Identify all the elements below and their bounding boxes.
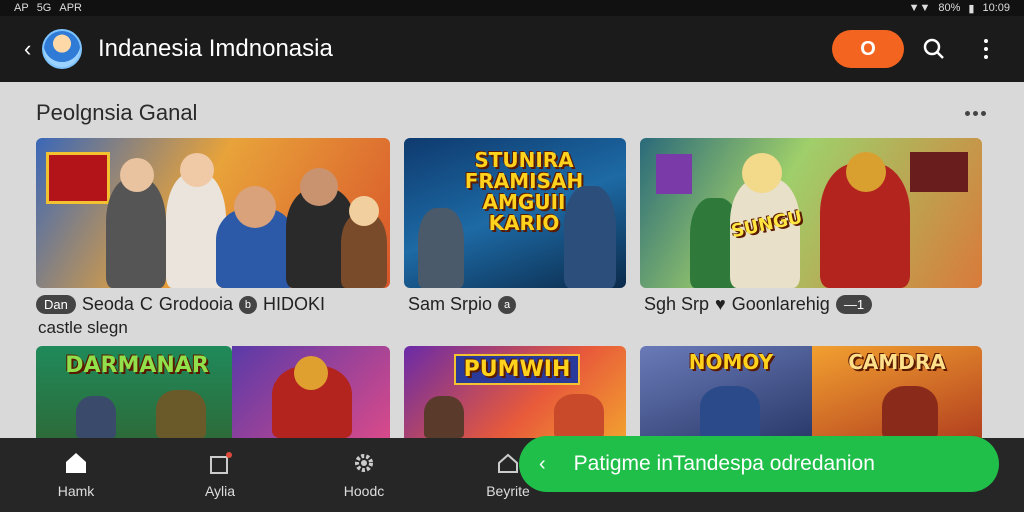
game-card[interactable]: STUNIRA FRAMISAH AMGUII KARIO xyxy=(404,138,626,288)
game-card[interactable] xyxy=(232,346,390,438)
game-card[interactable] xyxy=(36,138,390,288)
status-label: APR xyxy=(59,2,82,14)
character-head xyxy=(742,153,782,193)
status-bar: AP 5G APR ▼▼ 80% ▮ 10:09 xyxy=(0,0,1024,16)
character-head xyxy=(180,153,214,187)
card-meta: Dan Seoda C Grodooia b HIDOKI xyxy=(36,294,325,315)
section-header: Peolgnsia Ganal xyxy=(36,100,986,126)
game-logo: NOMOY xyxy=(688,350,774,374)
heart-icon: ♥ xyxy=(715,294,726,314)
character xyxy=(76,396,116,438)
overflow-menu-button[interactable] xyxy=(964,27,1008,71)
game-card[interactable]: DARMANAR xyxy=(36,346,232,438)
game-logo-small xyxy=(910,152,968,192)
character-head xyxy=(349,196,379,226)
game-logo: CAMDRA xyxy=(848,350,946,374)
character-head xyxy=(846,152,886,192)
nav-label: Hoodc xyxy=(343,483,385,499)
card-circle-label: b xyxy=(238,295,257,314)
more-horiz-icon[interactable] xyxy=(965,110,986,116)
battery-icon: ▮ xyxy=(968,2,975,15)
battery-level: 80% xyxy=(938,2,961,14)
gear-icon xyxy=(351,451,377,475)
character xyxy=(106,178,166,288)
card-meta: Sam Srpio a xyxy=(408,294,517,315)
game-logo xyxy=(46,152,110,204)
nav-label: Beyrite xyxy=(486,483,530,499)
search-button[interactable] xyxy=(912,27,956,71)
nav-item-home[interactable]: Hamk xyxy=(4,438,148,512)
character-head xyxy=(300,168,338,206)
card-subtitle: Grodooia xyxy=(158,294,233,314)
wifi-icon: ▼▼ xyxy=(908,2,931,14)
nav-label: Aylia xyxy=(204,483,236,499)
badge-icon xyxy=(495,451,521,475)
game-logo: PUMWIH xyxy=(454,354,580,386)
refresh-icon: C xyxy=(139,294,153,314)
card-subtitle: Goonlarehig xyxy=(731,294,830,314)
card-title: Sgh Srp xyxy=(644,294,710,314)
card-circle-label: a xyxy=(498,295,517,314)
character-head xyxy=(294,356,328,390)
game-card[interactable]: SUNGU xyxy=(640,138,982,288)
card-count: —1 xyxy=(835,295,873,314)
home-icon xyxy=(63,451,89,475)
toast-text: Patigme inTandespa odredanion xyxy=(573,452,875,475)
game-card[interactable]: CAMDRA xyxy=(812,346,982,438)
network-icon: 5G xyxy=(36,2,52,14)
more-vert-icon xyxy=(984,39,988,59)
game-card[interactable]: NOMOY xyxy=(640,346,812,438)
primary-action-button[interactable]: O xyxy=(832,30,904,68)
nav-label: Hamk xyxy=(57,483,95,499)
card-meta: Sgh Srp ♥ Goonlarehig —1 xyxy=(644,294,873,315)
card-title: Sam Srpio xyxy=(408,294,493,314)
character xyxy=(418,208,464,288)
game-logo-small xyxy=(656,154,692,194)
game-card[interactable]: PUMWIH xyxy=(404,346,626,438)
clock: 10:09 xyxy=(982,2,1010,14)
character xyxy=(424,396,464,438)
chevron-left-icon[interactable]: ‹ xyxy=(539,453,546,476)
character-head xyxy=(234,186,276,228)
avatar[interactable] xyxy=(42,29,82,69)
card-line2: castle slegn xyxy=(38,318,128,337)
status-carrier: AP xyxy=(14,2,29,14)
section-title: Peolgnsia Ganal xyxy=(36,100,198,125)
character xyxy=(564,186,616,288)
app-bar: ‹ Indanesia Imdnonasia O xyxy=(0,16,1024,82)
edit-icon xyxy=(207,451,233,475)
character xyxy=(882,386,938,438)
character xyxy=(156,390,206,438)
card-title: Seoda xyxy=(81,294,134,314)
character xyxy=(554,394,604,438)
game-logo: DARMANAR xyxy=(65,353,209,378)
nav-item-edit[interactable]: Aylia xyxy=(148,438,292,512)
card-badge: Dan xyxy=(36,295,76,314)
character-head xyxy=(120,158,154,192)
toast-banner[interactable]: ‹ Patigme inTandespa odredanion xyxy=(519,436,999,492)
search-icon xyxy=(923,38,944,59)
nav-item-settings[interactable]: Hoodc xyxy=(292,438,436,512)
card-extra: HIDOKI xyxy=(262,294,325,314)
arrow-left-icon[interactable]: ‹ xyxy=(24,36,36,62)
character xyxy=(700,386,760,438)
app-title: Indanesia Imdnonasia xyxy=(98,35,333,62)
